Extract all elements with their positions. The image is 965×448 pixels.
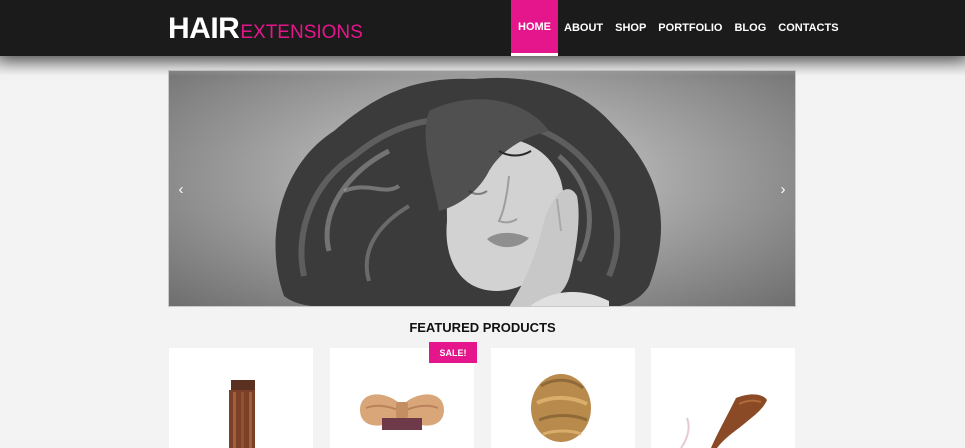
chevron-left-icon[interactable]: ‹ bbox=[173, 179, 189, 199]
product-card[interactable] bbox=[169, 348, 313, 448]
featured-products-title: FEATURED PRODUCTS bbox=[409, 320, 556, 335]
header-shadow bbox=[0, 56, 965, 76]
nav-item-about[interactable]: ABOUT bbox=[558, 0, 609, 56]
nav-item-home[interactable]: HOME bbox=[511, 0, 558, 56]
nav-item-blog[interactable]: BLOG bbox=[728, 0, 772, 56]
product-image-braided-bun bbox=[531, 374, 591, 442]
site-logo[interactable]: HAIR EXTENSIONS bbox=[168, 12, 363, 44]
site-header: HAIR EXTENSIONS HOME ABOUT SHOP PORTFOLI… bbox=[0, 0, 965, 56]
product-card[interactable] bbox=[651, 348, 795, 448]
product-image-hair-strands bbox=[680, 394, 767, 448]
hero-slider[interactable]: ‹ › bbox=[168, 70, 796, 307]
sale-badge: SALE! bbox=[429, 342, 477, 363]
nav-item-portfolio[interactable]: PORTFOLIO bbox=[652, 0, 728, 56]
nav-item-shop[interactable]: SHOP bbox=[609, 0, 652, 56]
logo-sub-text: EXTENSIONS bbox=[240, 22, 363, 43]
product-card[interactable] bbox=[330, 348, 474, 448]
product-image-hair-weft bbox=[229, 380, 255, 448]
main-nav: HOME ABOUT SHOP PORTFOLIO BLOG CONTACTS bbox=[511, 0, 845, 56]
product-image-hair-bow bbox=[360, 394, 444, 430]
hero-slide-image bbox=[275, 77, 661, 306]
chevron-right-icon[interactable]: › bbox=[775, 179, 791, 199]
product-card[interactable] bbox=[491, 348, 635, 448]
logo-main-text: HAIR bbox=[168, 12, 240, 45]
nav-item-contacts[interactable]: CONTACTS bbox=[772, 0, 844, 56]
